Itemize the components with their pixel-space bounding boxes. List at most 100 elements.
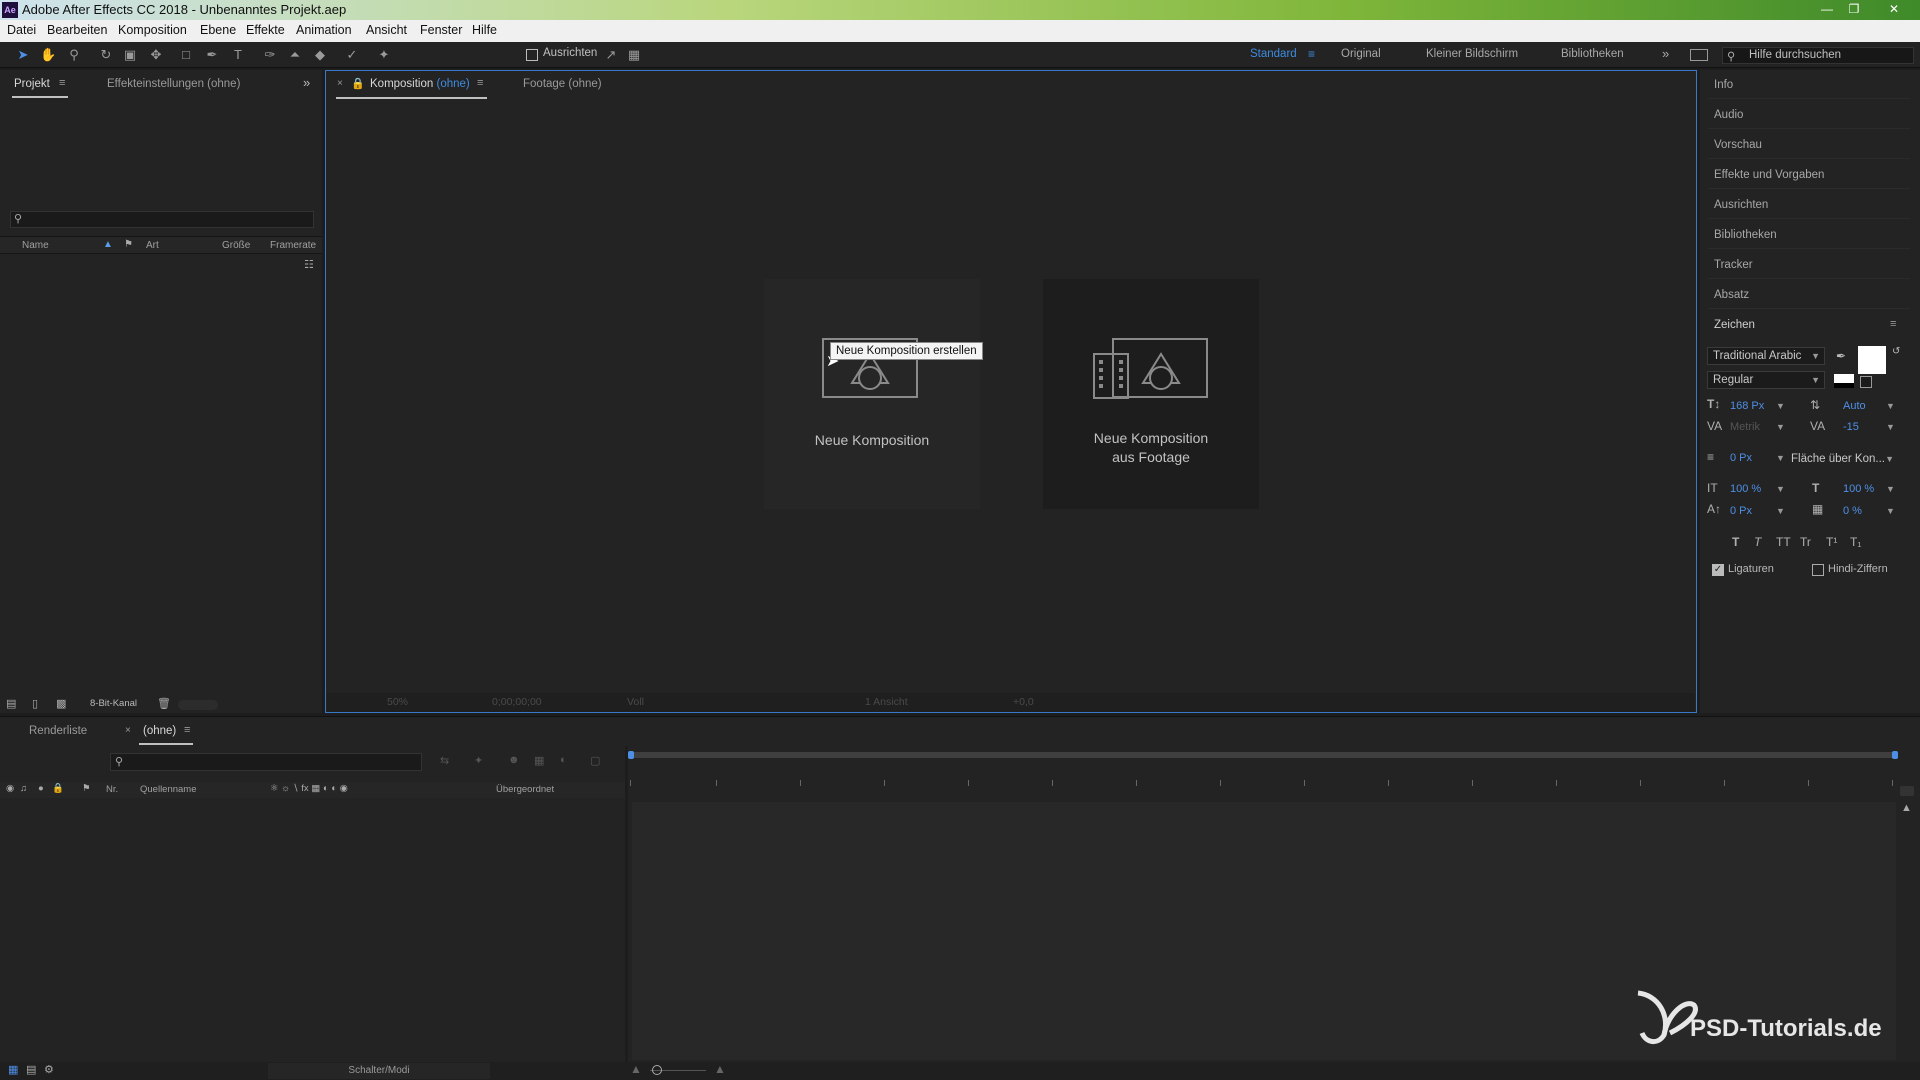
workspace-menu-icon[interactable]: ≡: [1308, 47, 1315, 61]
label-tag-icon[interactable]: ⚑: [82, 783, 91, 794]
eyedropper-icon[interactable]: ✒: [1836, 349, 1846, 363]
superscript-icon[interactable]: T¹: [1826, 535, 1837, 549]
column-uebergeordnet[interactable]: Übergeordnet: [496, 784, 554, 795]
leading-value[interactable]: Auto: [1843, 400, 1866, 412]
transfer-controls-icon[interactable]: ▤: [26, 1063, 36, 1076]
tab-komposition[interactable]: Komposition (ohne): [370, 78, 470, 90]
horizontal-scale-value[interactable]: 100 %: [1843, 483, 1874, 495]
current-time-display[interactable]: 0;00;00;00: [492, 696, 542, 708]
small-caps-icon[interactable]: Tr: [1800, 535, 1811, 549]
hand-tool-icon[interactable]: ✋: [40, 47, 56, 63]
snap-extend-icon[interactable]: ▦: [626, 47, 642, 63]
chevron-down-icon[interactable]: ▼: [1776, 422, 1785, 432]
no-color-swatch[interactable]: [1860, 376, 1872, 388]
chevron-down-icon[interactable]: ▼: [1776, 506, 1785, 516]
tab-footage[interactable]: Footage (ohne): [523, 78, 602, 90]
frame-blending-icon[interactable]: ▦: [534, 754, 544, 767]
video-eye-icon[interactable]: ◉: [6, 783, 14, 794]
label-tag-icon[interactable]: ⚑: [124, 239, 133, 250]
maximize-icon[interactable]: ❐: [1842, 1, 1866, 17]
stroke-mode-dropdown[interactable]: Fläche über Kon... ▼: [1786, 451, 1898, 469]
stretch-icon[interactable]: ⚙: [44, 1063, 54, 1076]
timeline-scroll-up[interactable]: [1900, 786, 1914, 796]
fill-color-swatch[interactable]: [1858, 346, 1886, 374]
exposure-value[interactable]: +0,0: [1013, 696, 1034, 708]
panel-effekte-vorgaben[interactable]: Effekte und Vorgaben: [1714, 169, 1824, 181]
zoom-out-icon[interactable]: ▲: [630, 1062, 642, 1076]
new-composition-icon[interactable]: ▩: [56, 697, 66, 710]
panel-vorschau[interactable]: Vorschau: [1714, 139, 1762, 151]
comp-flowchart-icon[interactable]: ⇆: [440, 754, 449, 767]
panel-ausrichten[interactable]: Ausrichten: [1714, 199, 1768, 211]
text-tool-icon[interactable]: T: [230, 47, 246, 63]
time-ruler[interactable]: [630, 772, 1896, 786]
panel-zeichen-title[interactable]: Zeichen: [1714, 319, 1755, 331]
new-folder-icon[interactable]: ▯: [32, 697, 38, 710]
views-dropdown[interactable]: 1 Ansicht: [865, 696, 908, 708]
column-name[interactable]: Name: [22, 240, 49, 251]
font-size-value[interactable]: 168 Px: [1730, 400, 1764, 412]
brush-tool-icon[interactable]: ✑: [262, 47, 278, 63]
tracking-value[interactable]: -15: [1843, 421, 1859, 433]
panel-audio[interactable]: Audio: [1714, 109, 1743, 121]
camera-tool-icon[interactable]: ▣: [122, 47, 138, 63]
sync-settings-icon[interactable]: [1690, 49, 1708, 61]
more-workspaces-icon[interactable]: »: [1662, 46, 1669, 61]
snap-checkbox[interactable]: [526, 49, 538, 61]
new-composition-from-footage-card[interactable]: Neue Komposition aus Footage: [1043, 279, 1259, 509]
rectangle-tool-icon[interactable]: □: [178, 47, 194, 63]
baseline-shift-value[interactable]: 0 Px: [1730, 505, 1752, 517]
shy-layers-icon[interactable]: ☻: [508, 754, 520, 766]
help-search-input[interactable]: ⚲ Hilfe durchsuchen: [1722, 47, 1914, 64]
eraser-tool-icon[interactable]: ◆: [312, 47, 328, 63]
chevron-down-icon[interactable]: ▼: [1886, 401, 1895, 411]
minimize-icon[interactable]: —: [1815, 1, 1839, 17]
chevron-down-icon[interactable]: ▼: [1776, 484, 1785, 494]
chevron-down-icon[interactable]: ▼: [1886, 484, 1895, 494]
timeline-search-input[interactable]: ⚲: [110, 753, 422, 771]
menu-ansicht[interactable]: Ansicht: [366, 23, 407, 37]
clone-stamp-tool-icon[interactable]: ⏶: [287, 47, 303, 63]
tab-projekt[interactable]: Projekt: [14, 78, 50, 90]
column-groesse[interactable]: Größe: [222, 240, 250, 251]
panel-menu-icon[interactable]: ≡: [184, 724, 190, 736]
font-family-dropdown[interactable]: Traditional Arabic ▼: [1707, 347, 1825, 365]
stroke-color-swatch[interactable]: [1834, 374, 1854, 388]
zoom-tool-icon[interactable]: ⚲: [66, 47, 82, 63]
close-tab-icon[interactable]: ×: [125, 725, 131, 736]
kerning-value[interactable]: Metrik: [1730, 421, 1760, 433]
workspace-bibliotheken[interactable]: Bibliotheken: [1561, 48, 1624, 60]
menu-effekte[interactable]: Effekte: [246, 23, 285, 37]
switches-modes-toggle[interactable]: Schalter/Modi: [268, 1063, 490, 1079]
comp-marker-icon[interactable]: ▲: [1901, 802, 1912, 814]
puppet-tool-icon[interactable]: ✦: [376, 47, 392, 63]
expand-panels-icon[interactable]: »: [303, 75, 310, 90]
zoom-in-icon[interactable]: ▲: [714, 1062, 726, 1076]
panel-menu-icon[interactable]: ≡: [59, 77, 65, 89]
work-area-end-handle[interactable]: [1892, 751, 1898, 759]
tab-effekteinstellungen[interactable]: Effekteinstellungen (ohne): [107, 78, 240, 90]
lock-icon[interactable]: 🔒: [52, 783, 64, 794]
panel-absatz[interactable]: Absatz: [1714, 289, 1749, 301]
selection-tool-icon[interactable]: ➤: [15, 47, 31, 63]
panel-info[interactable]: Info: [1714, 79, 1733, 91]
tab-renderliste[interactable]: Renderliste: [29, 725, 87, 737]
font-style-dropdown[interactable]: Regular ▼: [1707, 371, 1825, 389]
project-search-input[interactable]: ⚲: [10, 211, 314, 228]
snap-options-icon[interactable]: ↗: [603, 47, 619, 63]
graph-editor-icon[interactable]: ▢: [590, 754, 600, 767]
pan-behind-tool-icon[interactable]: ✥: [148, 47, 164, 63]
sort-ascending-icon[interactable]: ▲: [103, 239, 113, 250]
column-quellenname[interactable]: Quellenname: [140, 784, 197, 795]
menu-ebene[interactable]: Ebene: [200, 23, 236, 37]
pen-tool-icon[interactable]: ✒: [204, 47, 220, 63]
new-composition-card[interactable]: Neue Komposition: [764, 279, 980, 509]
lock-icon[interactable]: 🔒: [351, 77, 365, 90]
flowchart-icon[interactable]: ☷: [304, 258, 314, 271]
vertical-scale-value[interactable]: 100 %: [1730, 483, 1761, 495]
column-art[interactable]: Art: [146, 240, 159, 251]
workspace-kleiner-bildschirm[interactable]: Kleiner Bildschirm: [1426, 48, 1518, 60]
work-area-start-handle[interactable]: [628, 751, 634, 759]
panel-menu-icon[interactable]: ≡: [1890, 318, 1896, 330]
audio-speaker-icon[interactable]: ♫: [20, 783, 27, 794]
